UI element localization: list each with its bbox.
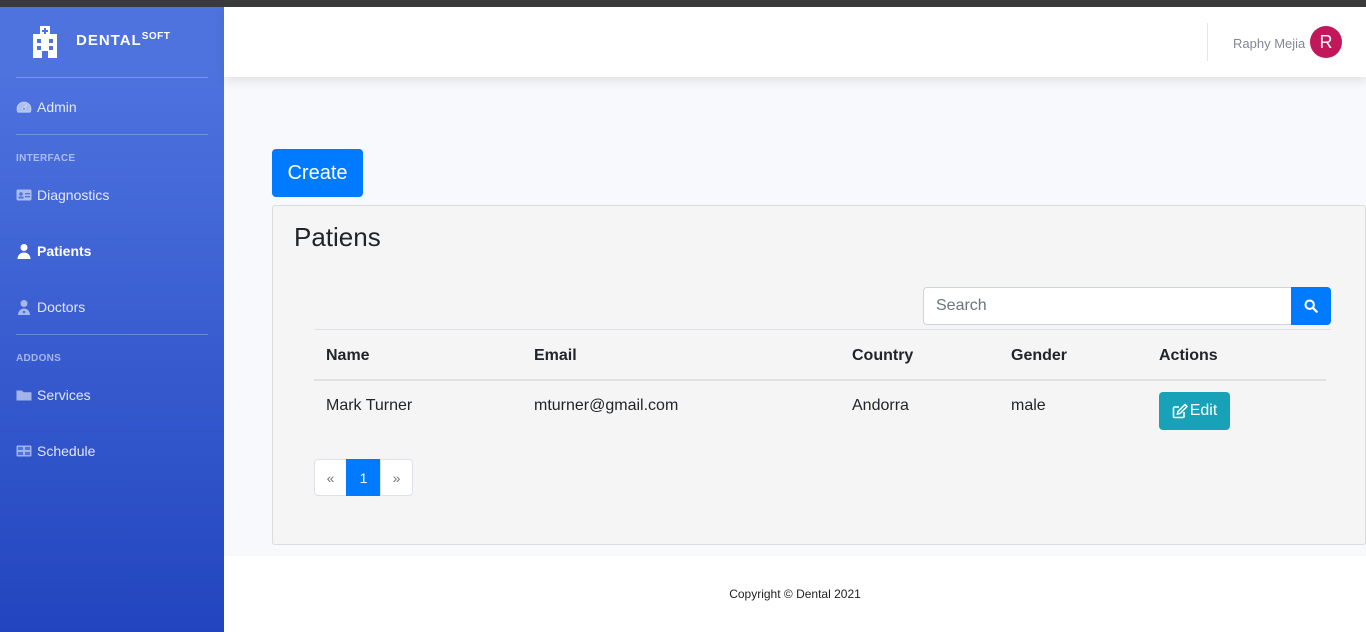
cell-name: Mark Turner xyxy=(326,397,413,414)
cell-email: mturner@gmail.com xyxy=(534,397,679,414)
dashboard-icon xyxy=(16,101,32,113)
sidebar-item-label: Admin xyxy=(37,99,77,115)
sidebar-item-label: Diagnostics xyxy=(37,187,110,203)
sidebar-divider xyxy=(16,334,208,335)
table-top-border xyxy=(314,329,1331,330)
topbar-divider xyxy=(1207,23,1208,61)
patients-card: Patiens Name Email Country Gender Action… xyxy=(272,205,1366,545)
edit-button[interactable]: Edit xyxy=(1159,392,1230,430)
sidebar-item-services[interactable]: Services xyxy=(16,383,91,407)
sidebar-item-label: Schedule xyxy=(37,443,96,459)
search-button[interactable] xyxy=(1291,287,1331,325)
table-icon xyxy=(16,445,32,457)
pagination-prev[interactable]: « xyxy=(314,459,347,496)
sidebar-item-label: Services xyxy=(37,387,91,403)
sidebar-item-admin[interactable]: Admin xyxy=(16,95,77,119)
edit-label: Edit xyxy=(1189,402,1218,419)
sidebar-divider xyxy=(16,77,208,78)
sidebar-item-doctors[interactable]: Doctors xyxy=(16,295,85,319)
sidebar-item-patients[interactable]: Patients xyxy=(16,239,91,263)
column-header-gender: Gender xyxy=(1011,347,1068,364)
pagination-next[interactable]: » xyxy=(380,459,413,496)
column-header-name: Name xyxy=(326,347,370,364)
page-title: Patiens xyxy=(294,222,381,252)
search-icon xyxy=(1304,299,1318,313)
pagination: « 1 » xyxy=(314,459,413,496)
user-name[interactable]: Raphy Mejia xyxy=(1233,36,1305,51)
copyright: Copyright © Dental 2021 xyxy=(729,587,861,601)
table-header-border xyxy=(314,379,1326,381)
user-doctor-icon xyxy=(18,300,30,315)
create-button[interactable]: Create xyxy=(272,149,363,197)
brand-name: DENTALSOFT xyxy=(76,31,171,49)
sidebar: DENTALSOFT Admin INTERFACE Diagnostics P… xyxy=(0,7,224,632)
sidebar-heading-addons: ADDONS xyxy=(16,353,62,364)
sidebar-divider xyxy=(16,134,208,135)
user-icon xyxy=(17,244,31,259)
brand[interactable]: DENTALSOFT xyxy=(0,7,224,77)
edit-icon xyxy=(1172,403,1188,419)
sidebar-item-diagnostics[interactable]: Diagnostics xyxy=(16,183,109,207)
avatar[interactable]: R xyxy=(1310,26,1342,58)
topbar: Raphy Mejia R xyxy=(224,7,1366,77)
pagination-page[interactable]: 1 xyxy=(346,459,381,496)
folder-icon xyxy=(16,390,32,401)
cell-gender: male xyxy=(1011,397,1046,414)
sidebar-item-schedule[interactable]: Schedule xyxy=(16,439,95,463)
sidebar-item-label: Doctors xyxy=(37,299,86,315)
column-header-actions: Actions xyxy=(1159,347,1218,364)
cell-country: Andorra xyxy=(852,397,909,414)
column-header-country: Country xyxy=(852,347,914,364)
sidebar-item-label: Patients xyxy=(37,243,92,259)
id-card-icon xyxy=(16,189,32,201)
footer: Copyright © Dental 2021 xyxy=(224,556,1366,632)
hospital-icon xyxy=(33,26,57,58)
search-input[interactable] xyxy=(923,287,1292,325)
column-header-email: Email xyxy=(534,347,577,364)
sidebar-heading-interface: INTERFACE xyxy=(16,153,76,164)
browser-top-strip xyxy=(0,0,1366,7)
